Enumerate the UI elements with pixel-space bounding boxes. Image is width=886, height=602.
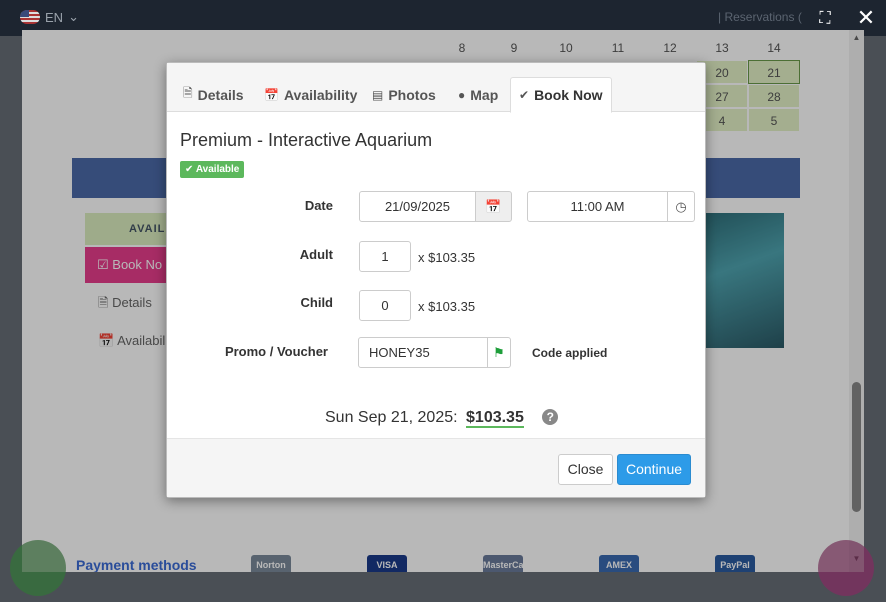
tab-book-now[interactable]: ✔ Book Now bbox=[510, 77, 612, 113]
tab-photos-label: Photos bbox=[388, 86, 436, 103]
reservations-link[interactable]: | Reservations ( bbox=[718, 10, 802, 24]
map-marker-icon: ● bbox=[458, 87, 466, 102]
language-label: EN bbox=[45, 9, 64, 25]
time-input[interactable]: 11:00 AM bbox=[527, 191, 668, 222]
tag-icon[interactable]: ⚑ bbox=[487, 337, 511, 368]
tab-map[interactable]: ● Map bbox=[450, 77, 506, 112]
total-date: Sun Sep 21, 2025: bbox=[325, 409, 458, 426]
calendar-icon: 📅 bbox=[264, 87, 279, 102]
status-badge: ✔ Available bbox=[180, 161, 245, 178]
status-badge-label: Available bbox=[195, 164, 240, 175]
tab-book-now-label: Book Now bbox=[534, 87, 603, 103]
chevron-down-icon: ⌄ bbox=[68, 9, 79, 24]
tab-details[interactable]: 🗎 Details bbox=[175, 77, 252, 112]
check-icon: ✔ bbox=[519, 88, 530, 102]
booking-modal: 🗎 Details 📅 Availability ▤ Photos ● Map … bbox=[166, 62, 706, 498]
tab-availability[interactable]: 📅 Availability bbox=[256, 77, 365, 112]
adult-label: Adult bbox=[299, 247, 333, 262]
adult-price: x $103.35 bbox=[418, 250, 476, 265]
promo-code-input[interactable]: HONEY35 bbox=[358, 337, 488, 368]
date-label: Date bbox=[304, 198, 333, 213]
us-flag-icon bbox=[20, 10, 40, 24]
tab-photos[interactable]: ▤ Photos bbox=[364, 77, 444, 112]
check-icon: ✔ bbox=[185, 164, 194, 175]
total-summary: Sun Sep 21, 2025: $103.35 ? bbox=[325, 409, 559, 428]
calendar-icon[interactable]: 📅 bbox=[475, 191, 512, 222]
adult-quantity-input[interactable]: 1 bbox=[359, 241, 411, 272]
promo-status: Code applied bbox=[532, 346, 608, 360]
tab-map-label: Map bbox=[470, 86, 499, 103]
document-icon: 🗎 bbox=[183, 86, 193, 100]
child-label: Child bbox=[300, 295, 334, 310]
continue-button[interactable]: Continue bbox=[617, 454, 691, 485]
language-selector[interactable]: EN ⌄ bbox=[20, 9, 79, 25]
modal-footer: Close Continue bbox=[167, 438, 705, 497]
date-input[interactable]: 21/09/2025 bbox=[359, 191, 476, 222]
tab-availability-label: Availability bbox=[283, 86, 358, 103]
clock-icon[interactable]: ◷ bbox=[667, 191, 695, 222]
tour-title: Premium - Interactive Aquarium bbox=[180, 130, 433, 150]
total-amount: $103.35 bbox=[466, 409, 524, 428]
close-icon[interactable]: ✕ bbox=[854, 6, 878, 30]
help-icon[interactable]: ? bbox=[542, 409, 559, 425]
promo-label: Promo / Voucher bbox=[224, 344, 328, 359]
modal-tabs: 🗎 Details 📅 Availability ▤ Photos ● Map … bbox=[167, 63, 705, 113]
close-button[interactable]: Close bbox=[558, 454, 613, 485]
child-quantity-input[interactable]: 0 bbox=[359, 290, 411, 321]
fullscreen-icon[interactable]: ⛶ bbox=[814, 8, 836, 30]
child-price: x $103.35 bbox=[418, 299, 476, 314]
tab-details-label: Details bbox=[197, 86, 244, 103]
image-icon: ▤ bbox=[372, 87, 384, 102]
